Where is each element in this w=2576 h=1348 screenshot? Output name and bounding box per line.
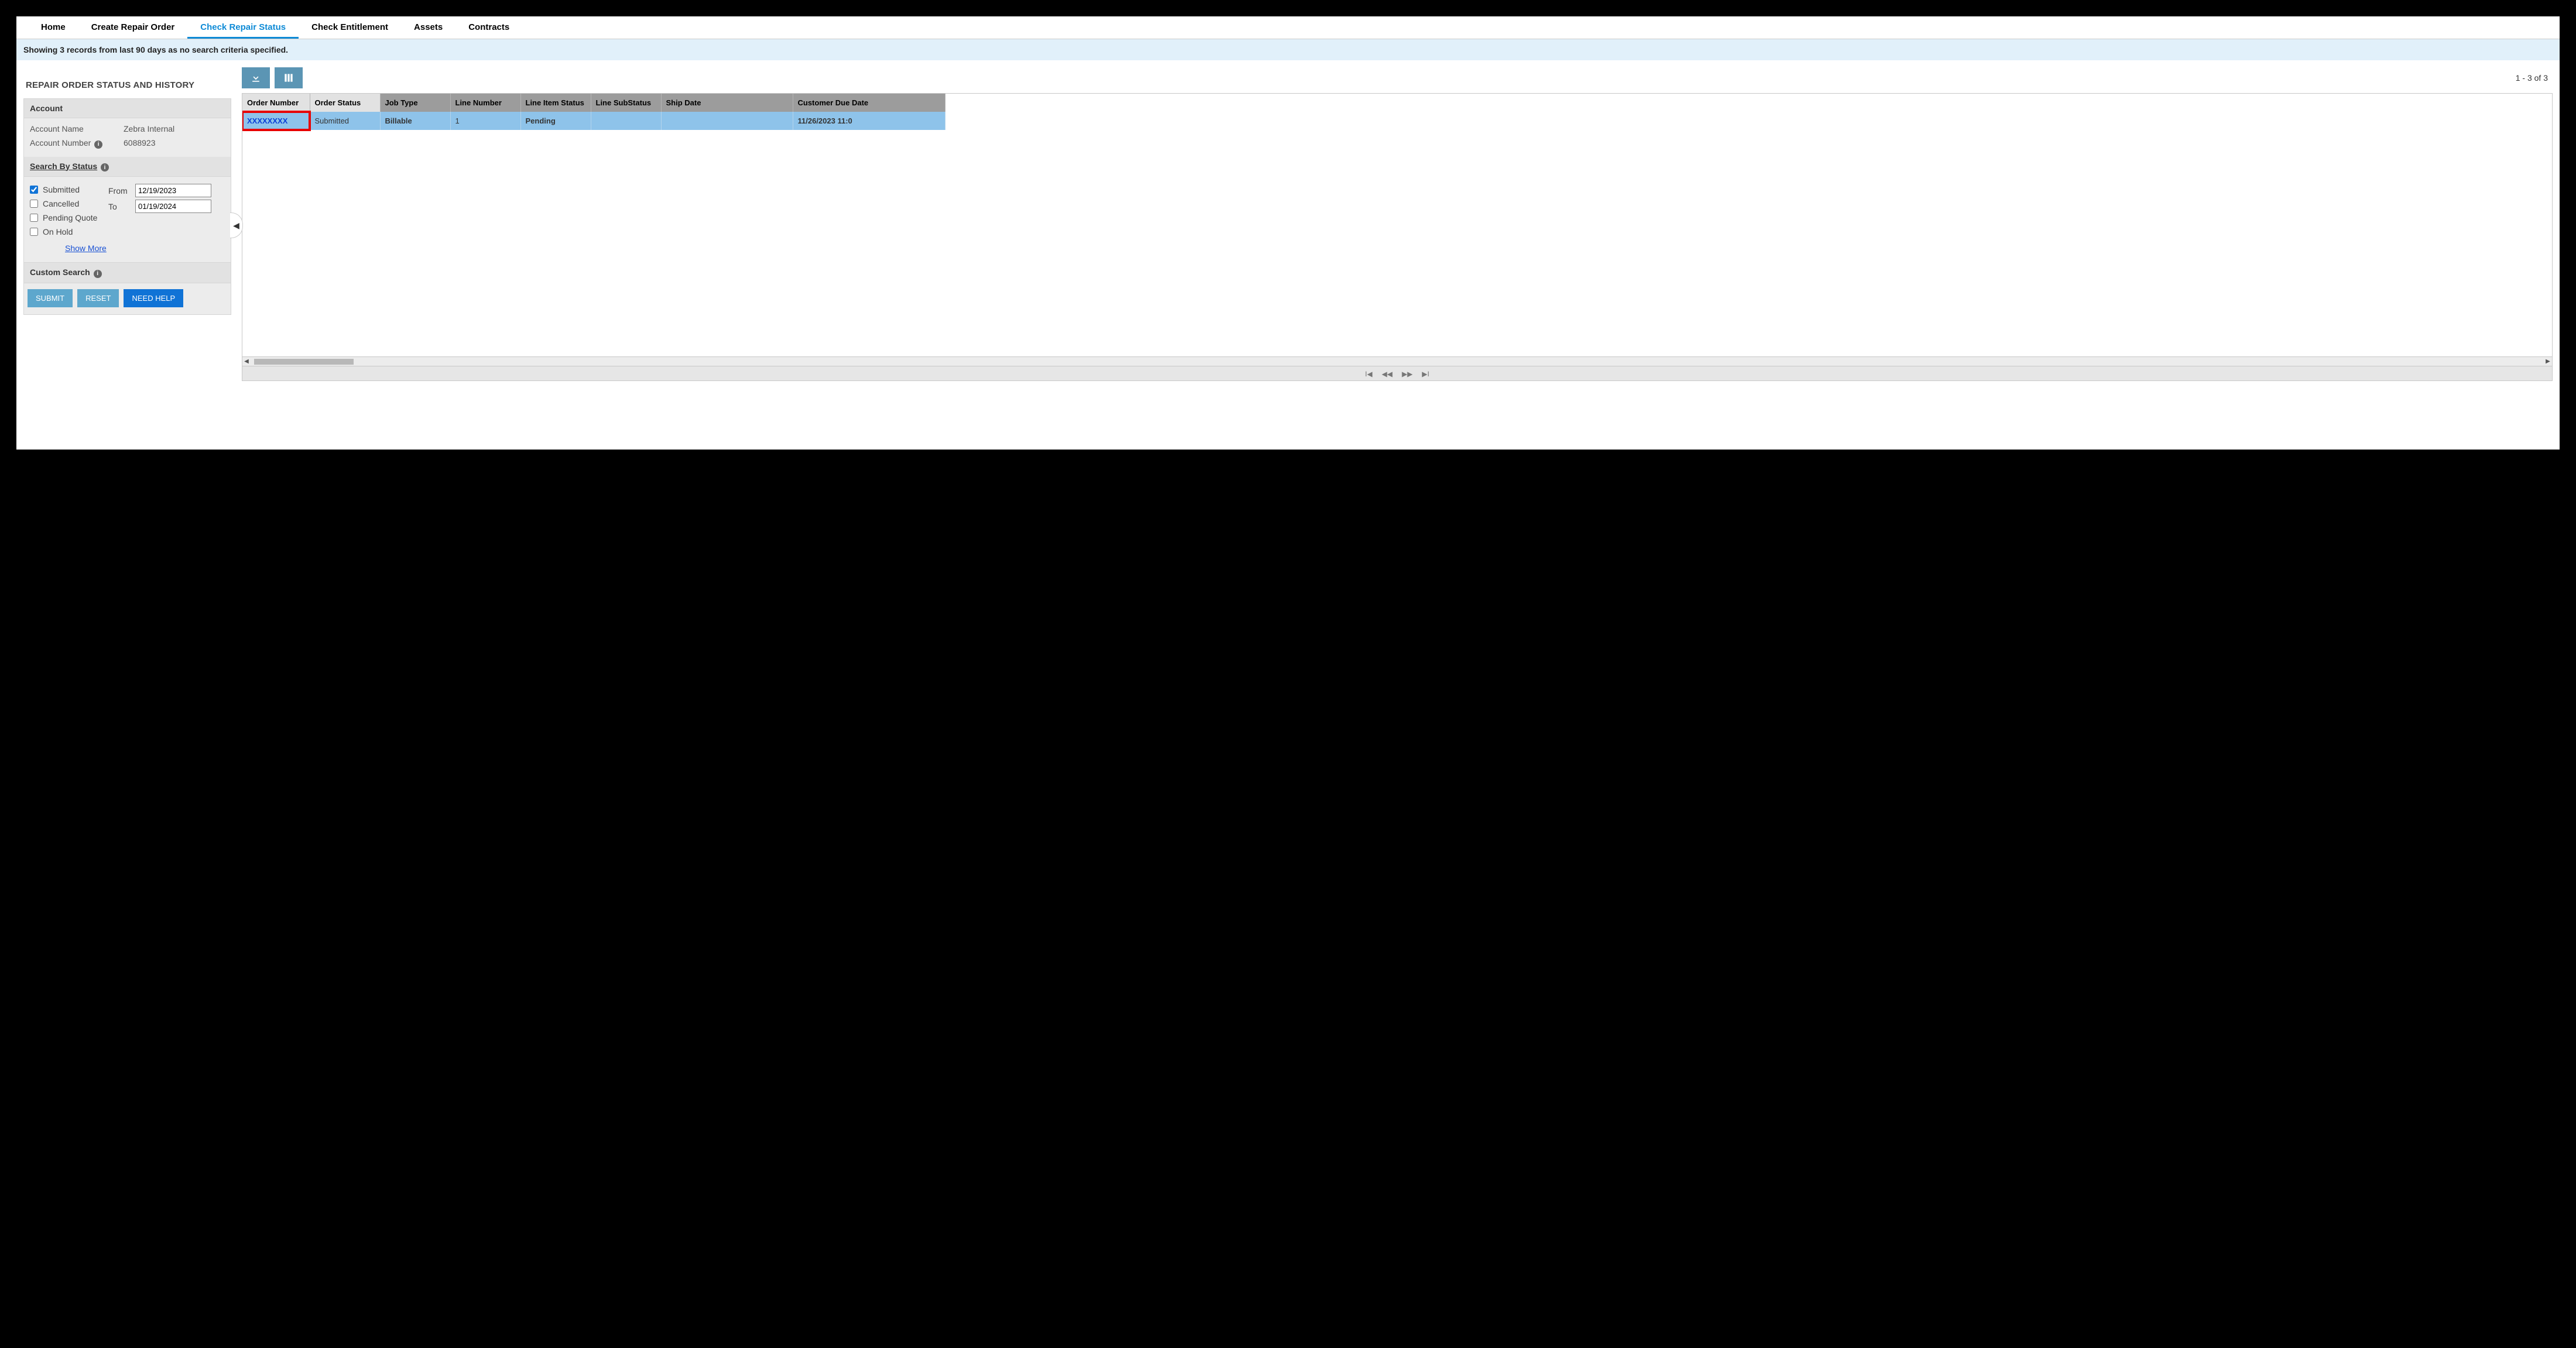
col-ship-date[interactable]: Ship Date — [661, 94, 793, 112]
page-title: REPAIR ORDER STATUS AND HISTORY — [23, 67, 231, 98]
tab-assets[interactable]: Assets — [401, 16, 455, 39]
results-grid: Order Number Order Status Job Type Line … — [242, 93, 2553, 381]
cell-customer-due-date: 11/26/2023 11:0 — [793, 112, 945, 130]
to-date-input[interactable] — [135, 200, 211, 213]
from-date-input[interactable] — [135, 184, 211, 197]
need-help-button[interactable]: NEED HELP — [124, 289, 183, 307]
checkbox-cancelled[interactable] — [30, 200, 38, 208]
col-order-status[interactable]: Order Status — [310, 94, 380, 112]
scroll-right-icon[interactable]: ▶ — [2544, 358, 2552, 365]
account-number-label: Account Number i — [30, 138, 124, 149]
table-header-row: Order Number Order Status Job Type Line … — [242, 94, 945, 112]
account-number-value: 6088923 — [124, 138, 156, 149]
check-label: Submitted — [43, 185, 80, 194]
pager-last-icon[interactable]: ▶I — [1419, 370, 1433, 378]
horizontal-scrollbar[interactable]: ◀ ▶ — [242, 356, 2552, 366]
from-label: From — [108, 186, 132, 195]
check-on-hold[interactable]: On Hold — [30, 225, 100, 239]
checkbox-submitted[interactable] — [30, 186, 38, 194]
cell-line-number: 1 — [450, 112, 520, 130]
collapse-sidebar-handle[interactable]: ◀ — [230, 212, 243, 238]
col-order-number[interactable]: Order Number — [242, 94, 310, 112]
pager-next-icon[interactable]: ▶▶ — [1398, 370, 1416, 378]
check-submitted[interactable]: Submitted — [30, 183, 100, 197]
main-tabs: Home Create Repair Order Check Repair St… — [16, 16, 2560, 39]
columns-button[interactable] — [275, 67, 303, 88]
columns-icon — [283, 72, 294, 84]
tab-contracts[interactable]: Contracts — [455, 16, 522, 39]
pager: I◀ ◀◀ ▶▶ ▶I — [242, 366, 2552, 380]
cell-job-type: Billable — [380, 112, 450, 130]
tab-create-repair-order[interactable]: Create Repair Order — [78, 16, 188, 39]
account-name-value: Zebra Internal — [124, 124, 174, 133]
info-icon[interactable]: i — [94, 270, 102, 278]
account-header: Account — [24, 99, 231, 118]
col-customer-due-date[interactable]: Customer Due Date — [793, 94, 945, 112]
show-more-link[interactable]: Show More — [30, 239, 107, 253]
custom-search-header[interactable]: Custom Search i — [24, 262, 231, 283]
check-pending-quote[interactable]: Pending Quote — [30, 211, 100, 225]
col-line-number[interactable]: Line Number — [450, 94, 520, 112]
submit-button[interactable]: SUBMIT — [28, 289, 73, 307]
tab-check-repair-status[interactable]: Check Repair Status — [187, 16, 299, 39]
check-cancelled[interactable]: Cancelled — [30, 197, 100, 211]
filter-panel: Account Account Name Zebra Internal Acco… — [23, 98, 231, 315]
checkbox-pending-quote[interactable] — [30, 214, 38, 222]
pager-prev-icon[interactable]: ◀◀ — [1378, 370, 1396, 378]
check-label: Cancelled — [43, 199, 79, 208]
info-icon[interactable]: i — [94, 140, 102, 149]
record-count: 1 - 3 of 3 — [2516, 73, 2553, 83]
checkbox-on-hold[interactable] — [30, 228, 38, 236]
info-bar: Showing 3 records from last 90 days as n… — [16, 39, 2560, 60]
col-line-item-status[interactable]: Line Item Status — [520, 94, 591, 112]
tab-home[interactable]: Home — [28, 16, 78, 39]
cell-order-status: Submitted — [310, 112, 380, 130]
chevron-left-icon: ◀ — [233, 221, 239, 231]
download-button[interactable] — [242, 67, 270, 88]
search-by-status-header: Search By Status i — [24, 157, 231, 177]
scroll-left-icon[interactable]: ◀ — [242, 358, 251, 365]
pager-first-icon[interactable]: I◀ — [1362, 370, 1376, 378]
tab-check-entitlement[interactable]: Check Entitlement — [299, 16, 401, 39]
cell-line-item-status: Pending — [520, 112, 591, 130]
table-row[interactable]: XXXXXXXX Submitted Billable 1 Pending 11… — [242, 112, 945, 130]
to-label: To — [108, 202, 132, 211]
order-number-link[interactable]: XXXXXXXX — [247, 116, 287, 125]
col-line-substatus[interactable]: Line SubStatus — [591, 94, 661, 112]
scroll-thumb[interactable] — [254, 359, 354, 365]
reset-button[interactable]: RESET — [77, 289, 119, 307]
check-label: Pending Quote — [43, 213, 97, 222]
account-name-label: Account Name — [30, 124, 124, 133]
cell-line-substatus — [591, 112, 661, 130]
info-icon[interactable]: i — [101, 163, 109, 171]
cell-ship-date — [661, 112, 793, 130]
check-label: On Hold — [43, 227, 73, 236]
col-job-type[interactable]: Job Type — [380, 94, 450, 112]
download-icon — [250, 72, 262, 84]
